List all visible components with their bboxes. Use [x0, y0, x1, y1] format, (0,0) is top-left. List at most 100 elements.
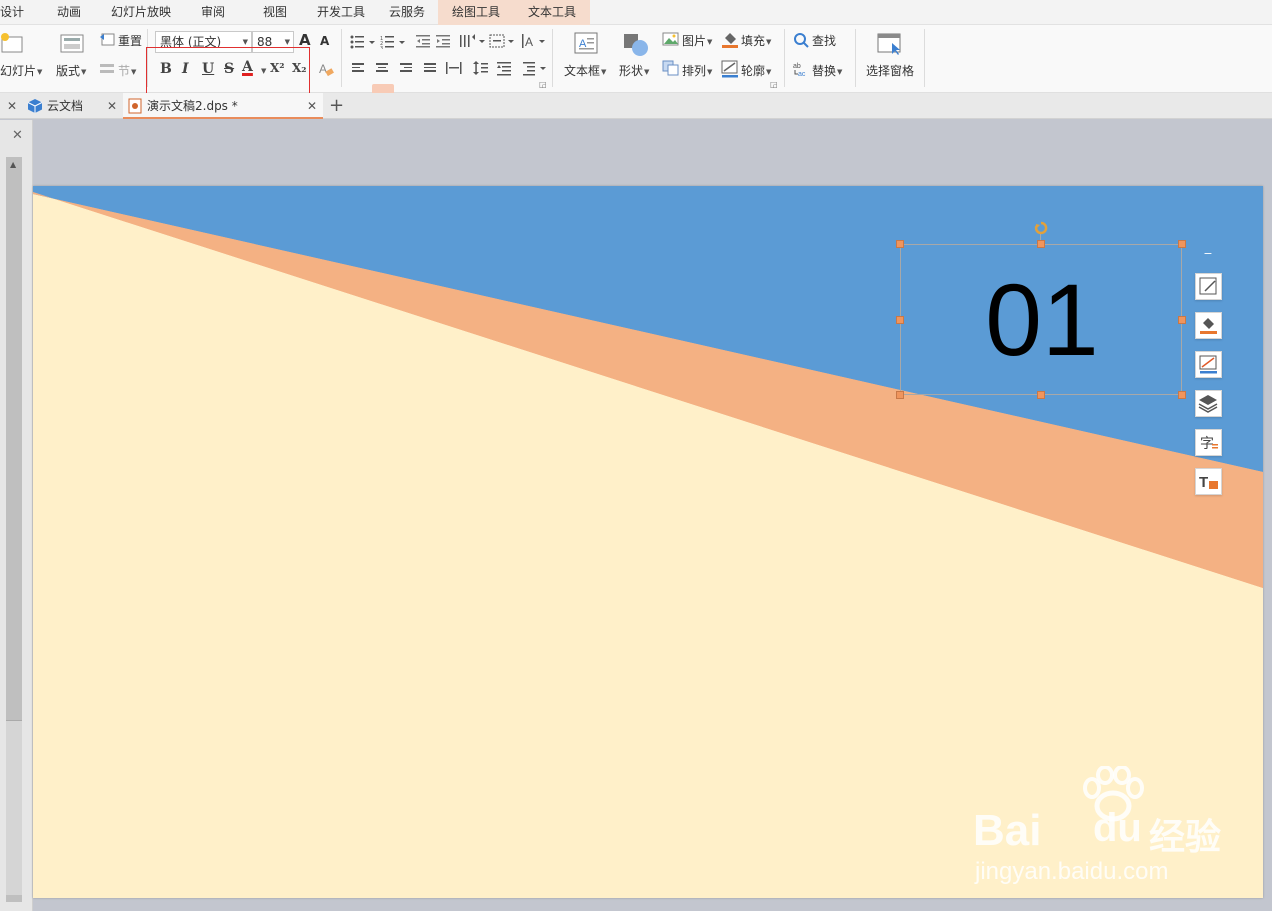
layout-label: 版式	[56, 64, 81, 78]
dialog-launcher-icon[interactable]: ◲	[539, 80, 547, 89]
tab-animation[interactable]: 动画	[57, 0, 81, 25]
align-right-icon[interactable]	[400, 63, 414, 75]
resize-handle[interactable]	[1037, 240, 1045, 248]
section-button[interactable]: 节▼	[118, 62, 136, 79]
svg-text:A: A	[319, 62, 327, 76]
resize-handle[interactable]	[1037, 391, 1045, 399]
new-slide-icon[interactable]	[0, 31, 24, 55]
layout-button[interactable]: 版式▼	[56, 62, 86, 79]
scroll-up-icon[interactable]: ▲	[10, 160, 16, 169]
line-spacing-icon[interactable]	[473, 60, 489, 76]
ribbon-separator	[784, 29, 785, 87]
align-text-icon[interactable]	[489, 33, 517, 49]
resize-handle[interactable]	[896, 240, 904, 248]
tab-developer[interactable]: 开发工具	[317, 0, 365, 25]
scrollbar-thumb[interactable]	[6, 720, 22, 895]
textbox-button[interactable]: 文本框▼	[564, 62, 606, 79]
resize-handle[interactable]	[1178, 240, 1186, 248]
resize-handle[interactable]	[1178, 316, 1186, 324]
clear-format-icon[interactable]: A	[318, 61, 334, 77]
reset-button[interactable]: 重置	[118, 32, 142, 49]
shape-button[interactable]: 形状▼	[619, 62, 649, 79]
paragraph-settings-icon[interactable]	[522, 60, 548, 76]
text-direction-icon[interactable]	[459, 33, 487, 49]
tab-view[interactable]: 视图	[263, 0, 287, 25]
ribbon-separator	[341, 29, 342, 87]
shrink-font-button[interactable]: A	[320, 34, 329, 48]
text-style-button[interactable]: 字	[1195, 429, 1222, 456]
fill-bucket-icon[interactable]	[721, 30, 739, 48]
new-tab-icon[interactable]: +	[329, 93, 344, 119]
textbox-icon[interactable]: A	[574, 32, 600, 56]
arrange-icon[interactable]	[662, 60, 680, 76]
arrange-label: 排列	[682, 64, 707, 78]
text-box-convert-button[interactable]: T	[1195, 468, 1222, 495]
picture-button[interactable]: 图片▼	[682, 32, 712, 49]
close-icon[interactable]: ✕	[7, 93, 17, 119]
watermark-brand: Bai	[973, 806, 1042, 855]
ribbon-separator	[924, 29, 925, 87]
tab-slideshow[interactable]: 幻灯片放映	[111, 0, 171, 25]
picture-icon[interactable]	[662, 31, 680, 47]
find-button[interactable]: 查找	[812, 32, 836, 49]
char-spacing-icon[interactable]: A	[521, 33, 547, 49]
fill-button[interactable]: 填充▼	[741, 32, 771, 49]
replace-label: 替换	[812, 64, 837, 78]
font-highlight-box	[146, 47, 310, 96]
selection-pane-button[interactable]: 选择窗格	[866, 62, 914, 79]
fill-button-side[interactable]	[1195, 312, 1222, 339]
shape-label: 形状	[619, 64, 644, 78]
cloud-docs-tab[interactable]: 云文档	[47, 93, 83, 119]
resize-handle[interactable]	[896, 391, 904, 399]
tab-text-tools[interactable]: 文本工具	[528, 0, 576, 25]
tab-cloud-service[interactable]: 云服务	[389, 0, 425, 25]
numbered-list-icon[interactable]: 1 2 3	[380, 35, 408, 49]
close-panel-icon[interactable]: ✕	[12, 128, 23, 143]
tab-drawing-tools[interactable]: 绘图工具	[452, 0, 500, 25]
close-icon[interactable]: ✕	[107, 93, 117, 119]
replace-icon[interactable]: ab ac	[793, 60, 811, 78]
align-center-icon[interactable]	[376, 63, 390, 75]
tab-review[interactable]: 审阅	[201, 0, 225, 25]
selected-textbox[interactable]: 01	[900, 244, 1182, 395]
ribbon-toolbar: 幻灯片▼ 版式▼ 重置 节▼ 黑体 (正文) ▼ 88 ▼ A A B I U …	[0, 25, 1272, 104]
resize-handle[interactable]	[896, 316, 904, 324]
justify-icon[interactable]	[424, 63, 438, 75]
outline-button-side[interactable]	[1195, 351, 1222, 378]
svg-text:ac: ac	[798, 71, 806, 78]
shape-style-button[interactable]	[1195, 273, 1222, 300]
selection-pane-icon[interactable]	[876, 32, 904, 56]
arrange-button[interactable]: 排列▼	[682, 62, 712, 79]
text-style-icon: 字	[1200, 436, 1218, 452]
layers-button[interactable]	[1195, 390, 1222, 417]
slide-canvas[interactable]: 01 − 字 T Bai du 经验 jingyan.baidu.com	[33, 186, 1263, 898]
replace-button[interactable]: 替换▼	[812, 62, 842, 79]
shape-icon[interactable]	[622, 32, 650, 58]
layout-icon[interactable]	[60, 33, 84, 55]
find-icon[interactable]	[793, 32, 809, 48]
increase-indent-icon[interactable]	[436, 34, 452, 48]
svg-text:A: A	[525, 35, 533, 49]
bullet-list-icon[interactable]	[350, 35, 378, 49]
text-box-convert-icon: T	[1199, 474, 1218, 491]
rotate-handle-icon[interactable]	[1034, 221, 1048, 235]
reset-icon[interactable]	[98, 31, 116, 47]
tab-design[interactable]: 设计	[0, 0, 24, 25]
watermark-url: jingyan.baidu.com	[975, 858, 1169, 885]
new-slide-button[interactable]: 幻灯片▼	[0, 62, 42, 79]
textbox-label: 文本框	[564, 64, 601, 78]
close-icon[interactable]: ✕	[307, 93, 317, 119]
outline-icon	[1199, 355, 1217, 374]
collapse-toolbar-icon[interactable]: −	[1201, 248, 1215, 262]
slide-number-text[interactable]: 01	[901, 245, 1183, 396]
outline-icon[interactable]	[721, 60, 739, 78]
resize-handle[interactable]	[1178, 391, 1186, 399]
section-icon[interactable]	[98, 62, 116, 76]
align-left-icon[interactable]	[352, 63, 366, 75]
decrease-indent-icon[interactable]	[416, 34, 432, 48]
dialog-launcher-icon[interactable]: ◲	[770, 80, 778, 89]
distributed-align-icon[interactable]	[446, 61, 462, 75]
outline-label: 轮廓	[741, 64, 766, 78]
outline-button[interactable]: 轮廓▼	[741, 62, 771, 79]
paragraph-spacing-icon[interactable]	[497, 60, 513, 76]
